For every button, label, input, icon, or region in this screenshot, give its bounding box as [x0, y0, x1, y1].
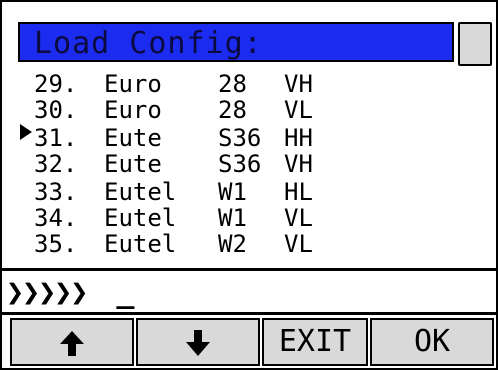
divider	[0, 312, 498, 315]
row-number: 31.	[34, 124, 78, 152]
input-prompt: ❯❯❯❯❯	[6, 275, 88, 310]
softkey-bar: EXIT OK	[0, 316, 498, 370]
title-text: Load Config:	[34, 26, 263, 61]
ok-button[interactable]: OK	[370, 318, 494, 366]
row-polarity: VL	[284, 230, 313, 258]
row-position: W2	[218, 230, 247, 258]
row-polarity: HH	[284, 124, 313, 152]
row-position: S36	[218, 124, 262, 152]
row-satellite: Eute	[104, 150, 162, 178]
input-cursor: _	[116, 275, 134, 310]
row-satellite: Euro	[104, 70, 162, 98]
selection-marker-icon	[20, 124, 32, 140]
row-number: 33.	[34, 178, 78, 206]
row-satellite: Eutel	[104, 178, 177, 206]
row-satellite: Eutel	[104, 204, 177, 232]
row-position: W1	[218, 178, 247, 206]
divider	[0, 268, 498, 271]
row-satellite: Eutel	[104, 230, 177, 258]
exit-button[interactable]: EXIT	[262, 318, 368, 366]
row-satellite: Eute	[104, 124, 162, 152]
title-bar: Load Config:	[18, 22, 454, 62]
command-input[interactable]: ❯❯❯❯❯ _	[6, 275, 134, 310]
up-button[interactable]	[10, 318, 134, 366]
row-position: 28	[218, 70, 247, 98]
row-polarity: VL	[284, 204, 313, 232]
row-number: 29.	[34, 70, 78, 98]
row-polarity: VH	[284, 70, 313, 98]
config-list: 29. Euro 28 VH 30. Euro 28 VL 31. Eute S…	[20, 70, 460, 270]
row-polarity: VH	[284, 150, 313, 178]
row-position: W1	[218, 204, 247, 232]
row-number: 32.	[34, 150, 78, 178]
row-position: S36	[218, 150, 262, 178]
down-button[interactable]	[136, 318, 260, 366]
arrow-up-icon	[60, 331, 84, 356]
title-menu-button[interactable]	[458, 22, 492, 66]
row-number: 34.	[34, 204, 78, 232]
arrow-down-icon	[186, 330, 210, 356]
row-number: 30.	[34, 96, 78, 124]
row-polarity: VL	[284, 96, 313, 124]
row-satellite: Euro	[104, 96, 162, 124]
row-position: 28	[218, 96, 247, 124]
row-number: 35.	[34, 230, 78, 258]
row-polarity: HL	[284, 178, 313, 206]
